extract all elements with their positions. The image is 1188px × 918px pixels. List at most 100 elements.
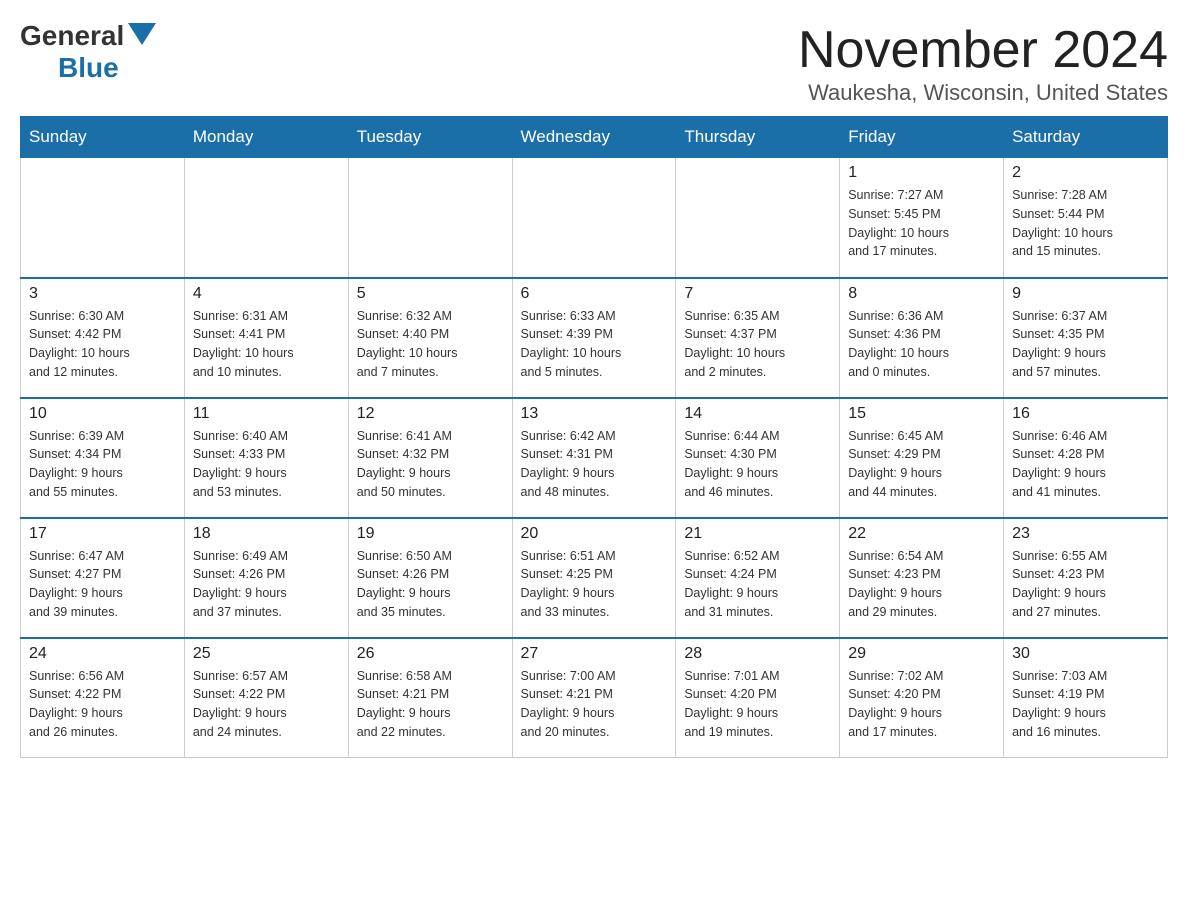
cell-day-number: 15 bbox=[848, 405, 995, 423]
logo-triangle-icon bbox=[128, 23, 156, 45]
cell-day-number: 22 bbox=[848, 525, 995, 543]
week-row-2: 3 Sunrise: 6:30 AM Sunset: 4:42 PM Daylig… bbox=[21, 278, 1168, 398]
calendar-cell: 21 Sunrise: 6:52 AM Sunset: 4:24 PM Dayli… bbox=[676, 518, 840, 638]
logo-blue: Blue bbox=[58, 52, 119, 84]
cell-info: Sunrise: 7:00 AM Sunset: 4:21 PM Dayligh… bbox=[521, 667, 668, 742]
day-header-friday: Friday bbox=[840, 117, 1004, 158]
calendar-cell: 18 Sunrise: 6:49 AM Sunset: 4:26 PM Dayli… bbox=[184, 518, 348, 638]
cell-info: Sunrise: 6:47 AM Sunset: 4:27 PM Dayligh… bbox=[29, 547, 176, 622]
week-row-1: 1 Sunrise: 7:27 AM Sunset: 5:45 PM Daylig… bbox=[21, 158, 1168, 278]
calendar-cell bbox=[348, 158, 512, 278]
cell-info: Sunrise: 6:58 AM Sunset: 4:21 PM Dayligh… bbox=[357, 667, 504, 742]
calendar-cell: 23Sunrise: 6:55 AM Sunset: 4:23 PM Dayli… bbox=[1004, 518, 1168, 638]
cell-day-number: 18 bbox=[193, 525, 340, 543]
cell-info: Sunrise: 6:57 AM Sunset: 4:22 PM Dayligh… bbox=[193, 667, 340, 742]
cell-day-number: 2 bbox=[1012, 164, 1159, 182]
logo: General Blue bbox=[20, 20, 156, 84]
calendar-cell bbox=[21, 158, 185, 278]
week-row-3: 10 Sunrise: 6:39 AM Sunset: 4:34 PM Dayli… bbox=[21, 398, 1168, 518]
calendar-cell: 13 Sunrise: 6:42 AM Sunset: 4:31 PM Dayli… bbox=[512, 398, 676, 518]
cell-info: Sunrise: 6:50 AM Sunset: 4:26 PM Dayligh… bbox=[357, 547, 504, 622]
page-subtitle: Waukesha, Wisconsin, United States bbox=[798, 80, 1168, 106]
cell-day-number: 30 bbox=[1012, 645, 1159, 663]
calendar-cell: 12 Sunrise: 6:41 AM Sunset: 4:32 PM Dayli… bbox=[348, 398, 512, 518]
cell-info: Sunrise: 6:42 AM Sunset: 4:31 PM Dayligh… bbox=[521, 427, 668, 502]
cell-info: Sunrise: 6:33 AM Sunset: 4:39 PM Dayligh… bbox=[521, 307, 668, 382]
cell-day-number: 11 bbox=[193, 405, 340, 423]
calendar-header-row: SundayMondayTuesdayWednesdayThursdayFrid… bbox=[21, 117, 1168, 158]
cell-day-number: 24 bbox=[29, 645, 176, 663]
cell-info: Sunrise: 6:41 AM Sunset: 4:32 PM Dayligh… bbox=[357, 427, 504, 502]
cell-info: Sunrise: 7:02 AM Sunset: 4:20 PM Dayligh… bbox=[848, 667, 995, 742]
cell-day-number: 20 bbox=[521, 525, 668, 543]
cell-info: Sunrise: 6:56 AM Sunset: 4:22 PM Dayligh… bbox=[29, 667, 176, 742]
cell-day-number: 19 bbox=[357, 525, 504, 543]
cell-day-number: 25 bbox=[193, 645, 340, 663]
cell-day-number: 28 bbox=[684, 645, 831, 663]
cell-info: Sunrise: 6:45 AM Sunset: 4:29 PM Dayligh… bbox=[848, 427, 995, 502]
day-header-sunday: Sunday bbox=[21, 117, 185, 158]
calendar-cell: 10 Sunrise: 6:39 AM Sunset: 4:34 PM Dayli… bbox=[21, 398, 185, 518]
calendar-cell: 17 Sunrise: 6:47 AM Sunset: 4:27 PM Dayli… bbox=[21, 518, 185, 638]
calendar-cell: 20Sunrise: 6:51 AM Sunset: 4:25 PM Dayli… bbox=[512, 518, 676, 638]
calendar-cell: 28 Sunrise: 7:01 AM Sunset: 4:20 PM Dayli… bbox=[676, 638, 840, 758]
day-header-monday: Monday bbox=[184, 117, 348, 158]
cell-info: Sunrise: 6:54 AM Sunset: 4:23 PM Dayligh… bbox=[848, 547, 995, 622]
page-title: November 2024 bbox=[798, 20, 1168, 80]
calendar-cell: 6 Sunrise: 6:33 AM Sunset: 4:39 PM Daylig… bbox=[512, 278, 676, 398]
cell-info: Sunrise: 6:52 AM Sunset: 4:24 PM Dayligh… bbox=[684, 547, 831, 622]
cell-info: Sunrise: 7:03 AM Sunset: 4:19 PM Dayligh… bbox=[1012, 667, 1159, 742]
cell-day-number: 16 bbox=[1012, 405, 1159, 423]
calendar-cell: 27Sunrise: 7:00 AM Sunset: 4:21 PM Dayli… bbox=[512, 638, 676, 758]
cell-day-number: 12 bbox=[357, 405, 504, 423]
cell-day-number: 4 bbox=[193, 285, 340, 303]
day-header-wednesday: Wednesday bbox=[512, 117, 676, 158]
calendar-cell bbox=[512, 158, 676, 278]
calendar-cell: 29 Sunrise: 7:02 AM Sunset: 4:20 PM Dayli… bbox=[840, 638, 1004, 758]
cell-info: Sunrise: 7:01 AM Sunset: 4:20 PM Dayligh… bbox=[684, 667, 831, 742]
cell-info: Sunrise: 6:46 AM Sunset: 4:28 PM Dayligh… bbox=[1012, 427, 1159, 502]
cell-day-number: 8 bbox=[848, 285, 995, 303]
cell-info: Sunrise: 6:55 AM Sunset: 4:23 PM Dayligh… bbox=[1012, 547, 1159, 622]
calendar-cell: 8 Sunrise: 6:36 AM Sunset: 4:36 PM Daylig… bbox=[840, 278, 1004, 398]
cell-info: Sunrise: 6:37 AM Sunset: 4:35 PM Dayligh… bbox=[1012, 307, 1159, 382]
cell-day-number: 14 bbox=[684, 405, 831, 423]
cell-info: Sunrise: 7:27 AM Sunset: 5:45 PM Dayligh… bbox=[848, 186, 995, 261]
cell-info: Sunrise: 6:40 AM Sunset: 4:33 PM Dayligh… bbox=[193, 427, 340, 502]
cell-day-number: 6 bbox=[521, 285, 668, 303]
calendar-cell: 11 Sunrise: 6:40 AM Sunset: 4:33 PM Dayli… bbox=[184, 398, 348, 518]
calendar-cell: 14 Sunrise: 6:44 AM Sunset: 4:30 PM Dayli… bbox=[676, 398, 840, 518]
calendar-cell: 3 Sunrise: 6:30 AM Sunset: 4:42 PM Daylig… bbox=[21, 278, 185, 398]
cell-day-number: 29 bbox=[848, 645, 995, 663]
cell-info: Sunrise: 7:28 AM Sunset: 5:44 PM Dayligh… bbox=[1012, 186, 1159, 261]
cell-info: Sunrise: 6:32 AM Sunset: 4:40 PM Dayligh… bbox=[357, 307, 504, 382]
cell-info: Sunrise: 6:31 AM Sunset: 4:41 PM Dayligh… bbox=[193, 307, 340, 382]
cell-day-number: 1 bbox=[848, 164, 995, 182]
cell-info: Sunrise: 6:36 AM Sunset: 4:36 PM Dayligh… bbox=[848, 307, 995, 382]
cell-day-number: 5 bbox=[357, 285, 504, 303]
day-header-saturday: Saturday bbox=[1004, 117, 1168, 158]
calendar-table: SundayMondayTuesdayWednesdayThursdayFrid… bbox=[20, 116, 1168, 758]
calendar-cell: 30 Sunrise: 7:03 AM Sunset: 4:19 PM Dayli… bbox=[1004, 638, 1168, 758]
calendar-cell: 9 Sunrise: 6:37 AM Sunset: 4:35 PM Daylig… bbox=[1004, 278, 1168, 398]
logo-general: General bbox=[20, 20, 124, 52]
calendar-cell: 5 Sunrise: 6:32 AM Sunset: 4:40 PM Daylig… bbox=[348, 278, 512, 398]
cell-info: Sunrise: 6:39 AM Sunset: 4:34 PM Dayligh… bbox=[29, 427, 176, 502]
cell-day-number: 13 bbox=[521, 405, 668, 423]
cell-day-number: 3 bbox=[29, 285, 176, 303]
cell-info: Sunrise: 6:30 AM Sunset: 4:42 PM Dayligh… bbox=[29, 307, 176, 382]
cell-day-number: 21 bbox=[684, 525, 831, 543]
cell-info: Sunrise: 6:49 AM Sunset: 4:26 PM Dayligh… bbox=[193, 547, 340, 622]
day-header-thursday: Thursday bbox=[676, 117, 840, 158]
cell-day-number: 10 bbox=[29, 405, 176, 423]
calendar-cell: 25 Sunrise: 6:57 AM Sunset: 4:22 PM Dayli… bbox=[184, 638, 348, 758]
page-header: General Blue November 2024 Waukesha, Wis… bbox=[20, 20, 1168, 106]
calendar-cell: 2 Sunrise: 7:28 AM Sunset: 5:44 PM Daylig… bbox=[1004, 158, 1168, 278]
cell-info: Sunrise: 6:44 AM Sunset: 4:30 PM Dayligh… bbox=[684, 427, 831, 502]
calendar-cell: 16 Sunrise: 6:46 AM Sunset: 4:28 PM Dayli… bbox=[1004, 398, 1168, 518]
calendar-cell bbox=[676, 158, 840, 278]
calendar-cell: 4 Sunrise: 6:31 AM Sunset: 4:41 PM Daylig… bbox=[184, 278, 348, 398]
calendar-cell bbox=[184, 158, 348, 278]
cell-day-number: 9 bbox=[1012, 285, 1159, 303]
cell-day-number: 17 bbox=[29, 525, 176, 543]
